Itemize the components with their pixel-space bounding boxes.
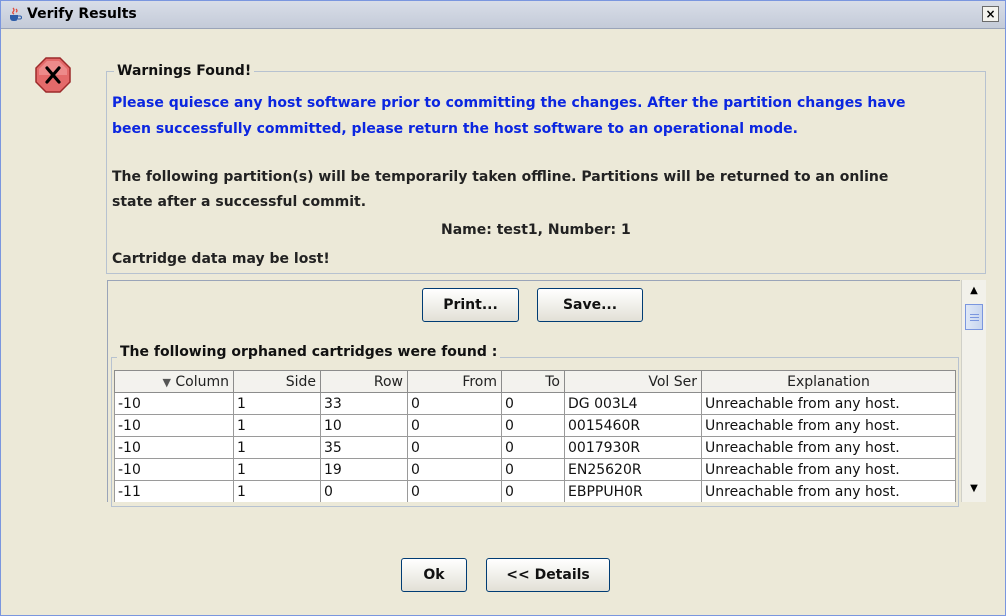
cell-to: 0: [501, 392, 565, 415]
cell-row: 33: [320, 392, 408, 415]
cell-from: 0: [407, 392, 502, 415]
table-row[interactable]: -10 1 19 0 0 EN25620R Unreachable from a…: [114, 458, 956, 481]
cell-explanation: Unreachable from any host.: [701, 392, 956, 415]
scroll-thumb[interactable]: [965, 304, 983, 330]
table-row[interactable]: -10 1 33 0 0 DG 003L4 Unreachable from a…: [114, 392, 956, 415]
table-header-row: ▼ Column Side Row From To Vol Ser Explan…: [114, 370, 956, 393]
cell-row: 35: [320, 436, 408, 459]
column-header-vol-ser[interactable]: Vol Ser: [564, 370, 702, 393]
cell-to: 0: [501, 436, 565, 459]
column-header-row[interactable]: Row: [320, 370, 408, 393]
cell-from: 0: [407, 414, 502, 437]
cell-explanation: Unreachable from any host.: [701, 480, 956, 502]
verify-results-dialog: Verify Results × Warnings Found! Please …: [0, 0, 1006, 616]
column-header-from[interactable]: From: [407, 370, 502, 393]
table-row[interactable]: -11 1 0 0 0 EBPPUH0R Unreachable from an…: [114, 480, 956, 502]
table-clip: ▼ Column Side Row From To Vol Ser Explan…: [1, 1, 960, 502]
cell-side: 1: [233, 392, 321, 415]
scroll-down-arrow-icon[interactable]: ▼: [965, 480, 983, 498]
cell-side: 1: [233, 436, 321, 459]
details-toggle-button[interactable]: << Details: [486, 558, 610, 592]
cell-side: 1: [233, 414, 321, 437]
cell-row: 19: [320, 458, 408, 481]
details-vertical-scrollbar[interactable]: ▲ ▼: [961, 280, 986, 502]
ok-button[interactable]: Ok: [401, 558, 467, 592]
cell-side: 1: [233, 480, 321, 502]
cell-row: 0: [320, 480, 408, 502]
orphaned-cartridges-table: ▼ Column Side Row From To Vol Ser Explan…: [114, 370, 956, 502]
cell-side: 1: [233, 458, 321, 481]
cell-column: -11: [114, 480, 234, 502]
cell-explanation: Unreachable from any host.: [701, 458, 956, 481]
cell-to: 0: [501, 414, 565, 437]
cell-to: 0: [501, 458, 565, 481]
column-header-column[interactable]: ▼ Column: [114, 370, 234, 393]
cell-column: -10: [114, 414, 234, 437]
cell-column: -10: [114, 458, 234, 481]
close-icon: ×: [985, 7, 996, 21]
cell-from: 0: [407, 480, 502, 502]
cell-column: -10: [114, 392, 234, 415]
table-row[interactable]: -10 1 10 0 0 0015460R Unreachable from a…: [114, 414, 956, 437]
column-header-to[interactable]: To: [501, 370, 565, 393]
cell-vol-ser: EBPPUH0R: [564, 480, 702, 502]
cell-explanation: Unreachable from any host.: [701, 414, 956, 437]
cell-vol-ser: EN25620R: [564, 458, 702, 481]
cell-vol-ser: 0015460R: [564, 414, 702, 437]
cell-explanation: Unreachable from any host.: [701, 436, 956, 459]
cell-vol-ser: 0017930R: [564, 436, 702, 459]
column-header-side[interactable]: Side: [233, 370, 321, 393]
cell-row: 10: [320, 414, 408, 437]
cell-column: -10: [114, 436, 234, 459]
table-row[interactable]: -10 1 35 0 0 0017930R Unreachable from a…: [114, 436, 956, 459]
cell-from: 0: [407, 458, 502, 481]
column-header-explanation[interactable]: Explanation: [701, 370, 956, 393]
cell-vol-ser: DG 003L4: [564, 392, 702, 415]
close-button[interactable]: ×: [982, 6, 999, 22]
scroll-up-arrow-icon[interactable]: ▲: [965, 282, 983, 300]
cell-to: 0: [501, 480, 565, 502]
sort-descending-icon: ▼: [162, 375, 171, 389]
cell-from: 0: [407, 436, 502, 459]
